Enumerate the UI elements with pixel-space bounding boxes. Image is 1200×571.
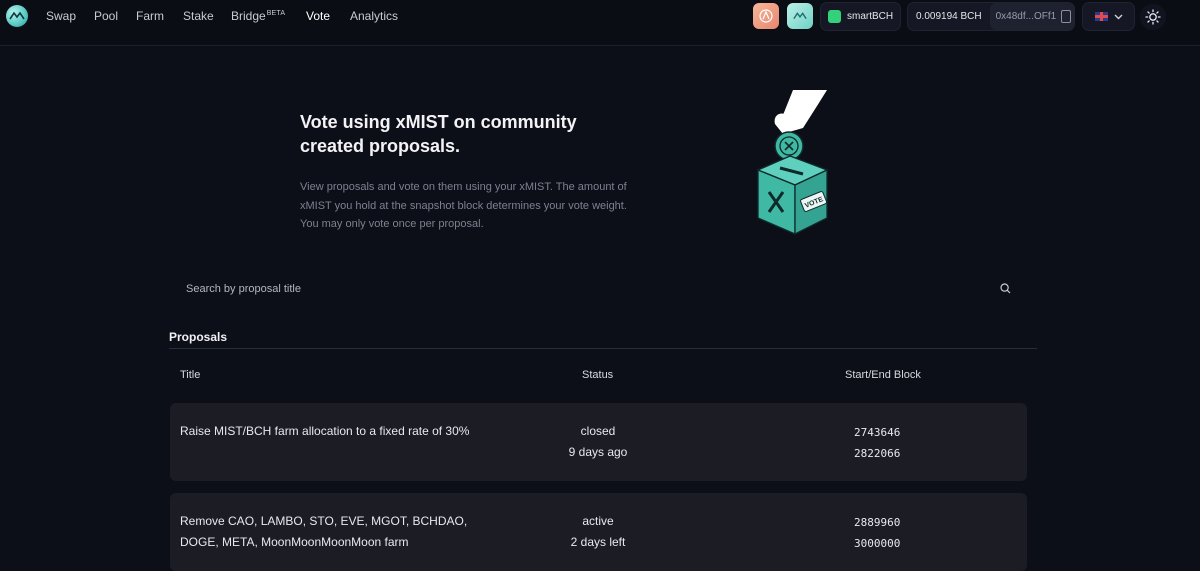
end-block: 2822066 xyxy=(854,447,901,460)
proposal-blocks: 2743646 2822066 xyxy=(854,422,900,464)
token-logo-icon xyxy=(759,9,773,23)
status-time: 9 days ago xyxy=(568,445,628,459)
search-box xyxy=(170,272,1027,306)
nav-farm[interactable]: Farm xyxy=(136,9,164,23)
nav-swap[interactable]: Swap xyxy=(46,9,76,23)
proposal-status: closed 9 days ago xyxy=(538,421,658,463)
proposal-row[interactable]: Remove CAO, LAMBO, STO, EVE, MGOT, BCHDA… xyxy=(170,493,1027,571)
top-navigation-bar: Swap Pool Farm Stake BridgeBETA Vote Ana… xyxy=(0,0,1200,46)
language-selector-button[interactable] xyxy=(1082,2,1135,31)
nav-pool[interactable]: Pool xyxy=(94,9,118,23)
column-header-status: Status xyxy=(582,369,614,381)
status-label: active xyxy=(582,514,614,528)
wallet-address-button[interactable]: 0x48df...OFf1 xyxy=(989,3,1074,30)
start-block: 2889960 xyxy=(854,516,901,529)
status-label: closed xyxy=(580,424,616,438)
start-block: 2743646 xyxy=(854,426,901,439)
end-block: 3000000 xyxy=(854,537,901,550)
proposal-blocks: 2889960 3000000 xyxy=(854,512,900,554)
smartbch-icon xyxy=(828,10,841,23)
nav-bridge-label: Bridge xyxy=(231,9,266,23)
mist-logo-icon xyxy=(793,12,807,20)
page-description: View proposals and vote on them using yo… xyxy=(300,181,627,230)
sun-icon xyxy=(1145,9,1161,25)
divider xyxy=(169,348,1037,349)
column-header-title: Title xyxy=(180,369,201,381)
app-logo-icon[interactable] xyxy=(6,5,28,27)
wallet-button[interactable]: 0.009194 BCH 0x48df...OFf1 xyxy=(907,2,1075,31)
nav-bridge[interactable]: BridgeBETA xyxy=(231,9,285,23)
uk-flag-icon xyxy=(1094,12,1108,21)
wallet-icon xyxy=(1061,10,1072,23)
nav-stake[interactable]: Stake xyxy=(183,9,214,23)
proposal-title: Raise MIST/BCH farm allocation to a fixe… xyxy=(180,424,470,438)
proposal-search-input[interactable] xyxy=(170,272,1027,306)
theme-toggle-button[interactable] xyxy=(1140,4,1166,30)
nav-analytics[interactable]: Analytics xyxy=(350,9,398,23)
nav-vote[interactable]: Vote xyxy=(306,9,330,23)
page-title: Vote using xMIST on community created pr… xyxy=(300,112,577,156)
search-icon[interactable] xyxy=(1000,283,1011,294)
column-header-blocks: Start/End Block xyxy=(845,369,921,381)
chevron-down-icon xyxy=(1114,14,1122,19)
ballot-box-illustration: VOTE xyxy=(756,90,829,236)
proposal-title: Remove CAO, LAMBO, STO, EVE, MGOT, BCHDA… xyxy=(180,514,468,549)
wallet-balance: 0.009194 BCH xyxy=(916,11,982,22)
proposal-status: active 2 days left xyxy=(538,511,658,553)
proposal-row[interactable]: Raise MIST/BCH farm allocation to a fixe… xyxy=(170,403,1027,481)
proposals-heading: Proposals xyxy=(169,330,228,344)
beta-badge: BETA xyxy=(266,10,286,17)
network-selector-button[interactable]: smartBCH xyxy=(820,2,901,31)
network-label: smartBCH xyxy=(847,11,894,22)
token-avatar-icon[interactable] xyxy=(753,3,779,29)
mist-token-icon[interactable] xyxy=(787,3,813,29)
wallet-address: 0x48df...OFf1 xyxy=(995,11,1057,22)
status-time: 2 days left xyxy=(570,535,626,549)
